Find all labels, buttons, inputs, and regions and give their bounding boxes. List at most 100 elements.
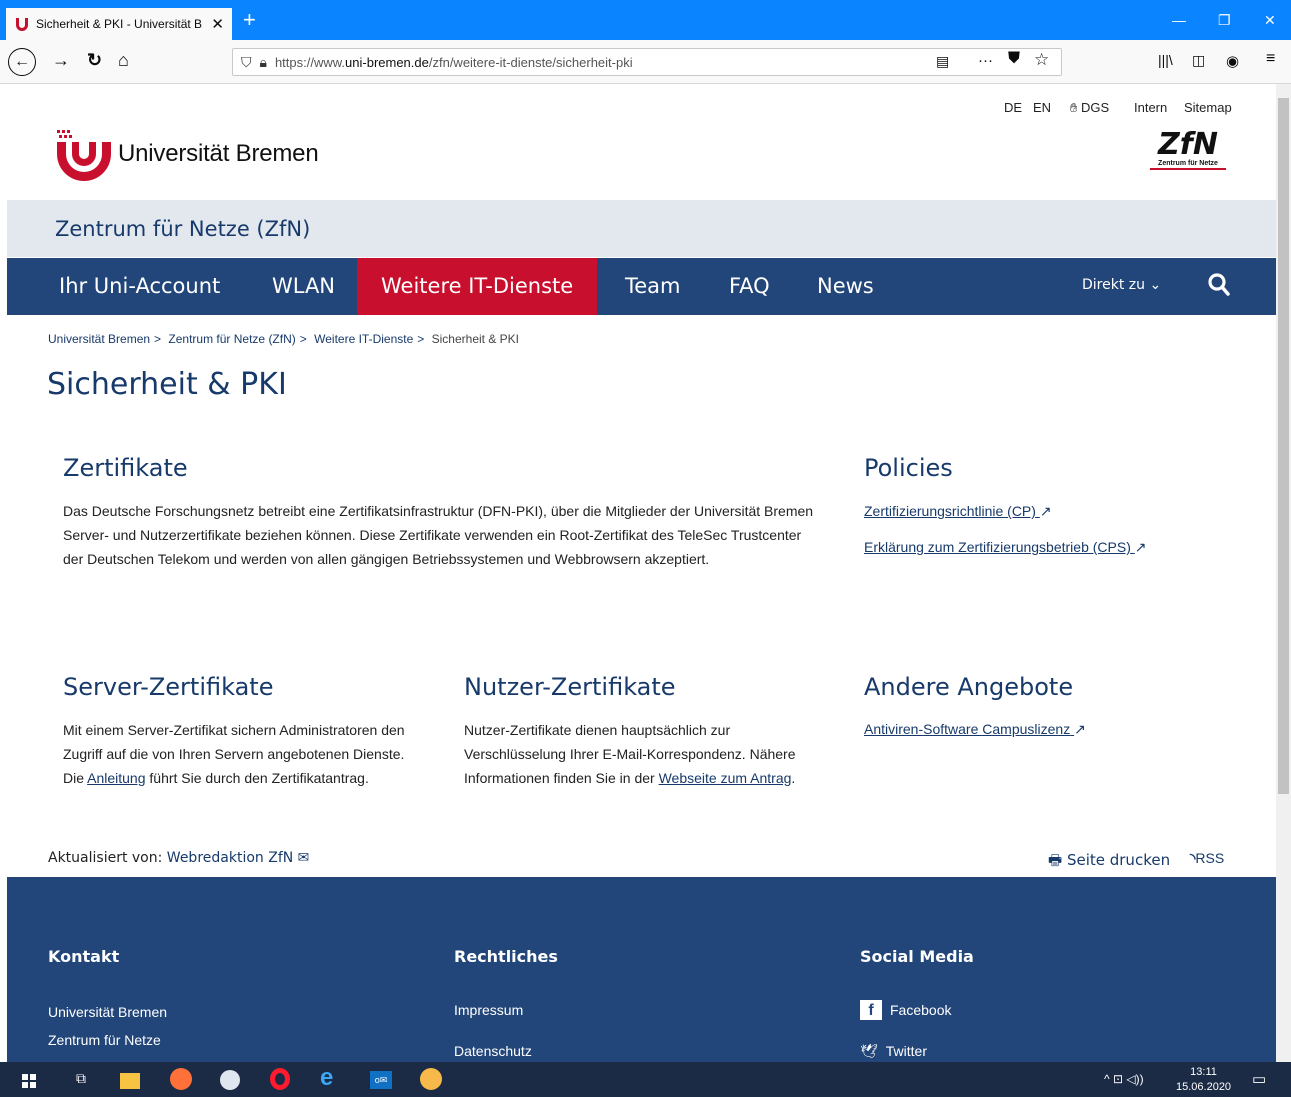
nav-item-team[interactable]: Team <box>625 258 681 315</box>
page-title: Sicherheit & PKI <box>47 367 287 402</box>
tab-close-icon[interactable]: ✕ <box>211 15 224 33</box>
zfn-logo-text: ZfN <box>1158 127 1218 162</box>
file-explorer-icon[interactable] <box>120 1073 140 1089</box>
breadcrumb-separator-icon: > <box>299 332 307 346</box>
minimize-icon[interactable]: — <box>1172 12 1186 28</box>
new-tab-button[interactable]: + <box>243 9 256 31</box>
forward-icon[interactable]: → <box>52 50 70 71</box>
close-window-icon[interactable]: ✕ <box>1264 12 1276 29</box>
impressum-link[interactable]: Impressum <box>454 1002 523 1018</box>
search-icon[interactable] <box>1207 272 1231 298</box>
webredaktion-link[interactable]: Webredaktion ZfN <box>167 850 293 866</box>
breadcrumb-separator-icon: > <box>154 332 162 346</box>
nav-item-wlan[interactable]: WLAN <box>272 258 335 315</box>
lang-en-link[interactable]: EN <box>1033 100 1051 115</box>
breadcrumb-separator-icon: > <box>417 332 425 346</box>
opera-icon[interactable] <box>270 1068 290 1090</box>
server-zertifikate-text: Mit einem Server-Zertifikat sichern Admi… <box>63 722 405 786</box>
zertifikate-text: Das Deutsche Forschungsnetz betreibt ein… <box>63 503 814 567</box>
rss-link[interactable]: ◝RSS <box>1190 850 1224 867</box>
app-icon[interactable] <box>420 1068 442 1090</box>
tray-icons[interactable]: ^ ⊡ ◁)) <box>1104 1072 1144 1086</box>
account-icon[interactable]: ◉ <box>1226 52 1239 70</box>
uni-bremen-favicon-icon <box>16 18 28 31</box>
library-icon[interactable]: |||\ <box>1158 52 1173 68</box>
footer-rechtliches-heading: Rechtliches <box>454 947 558 966</box>
envelope-icon[interactable]: ✉ <box>298 850 310 866</box>
firefox-icon[interactable] <box>170 1068 192 1090</box>
home-icon[interactable]: ⌂ <box>118 50 129 71</box>
menu-icon[interactable]: ≡ <box>1266 50 1275 68</box>
lock-icon[interactable]: 🔒︎ <box>260 54 267 71</box>
footer-kontakt-heading: Kontakt <box>48 947 120 966</box>
browser-tab[interactable]: Sicherheit & PKI - Universität B ✕ <box>6 8 232 40</box>
twitter-icon: 🕊︎ <box>860 1043 878 1059</box>
browser-toolbar: ← → ↻ ⌂ ⛉ 🔒︎ https://www.uni-bremen.de/z… <box>0 40 1291 84</box>
andere-angebote-heading: Andere Angebote <box>864 673 1074 701</box>
lang-de-link[interactable]: DE <box>1004 100 1022 115</box>
twitter-link[interactable]: 🕊︎ Twitter <box>860 1043 927 1060</box>
dgs-link[interactable]: ✋︎ DGS <box>1070 100 1109 116</box>
datenschutz-link[interactable]: Datenschutz <box>454 1043 532 1059</box>
restore-icon[interactable]: ❐ <box>1218 12 1231 29</box>
edge-icon[interactable]: e <box>320 1064 333 1092</box>
sign-language-icon: ✋︎ <box>1070 100 1078 115</box>
external-link-icon: ↗ <box>1074 721 1086 737</box>
clock[interactable]: 13:11 15.06.2020 <box>1176 1065 1231 1095</box>
nav-item-uni-account[interactable]: Ihr Uni-Account <box>59 258 220 315</box>
uni-bremen-logo-icon[interactable] <box>54 128 114 182</box>
intern-link[interactable]: Intern <box>1134 100 1167 115</box>
external-link-icon: ↗ <box>1039 503 1052 519</box>
reload-icon[interactable]: ↻ <box>87 50 102 71</box>
institute-name[interactable]: Zentrum für Netze (ZfN) <box>55 217 310 241</box>
bookmark-star-icon[interactable]: ☆ <box>1034 50 1049 70</box>
antiviren-link[interactable]: Antiviren-Software Campuslizenz ↗ <box>864 721 1086 738</box>
outlook-icon[interactable]: o✉ <box>370 1071 392 1089</box>
university-name[interactable]: Universität Bremen <box>118 140 319 168</box>
main-navigation: Ihr Uni-Account WLAN Weitere IT-Dienste … <box>7 258 1276 315</box>
policy-cp-link[interactable]: Zertifizierungsrichtlinie (CP) ↗ <box>864 503 1052 520</box>
external-link-icon: ↗ <box>1134 539 1147 555</box>
policy-cps-link[interactable]: Erklärung zum Zertifizierungsbetrieb (CP… <box>864 539 1147 556</box>
thunderbird-icon[interactable] <box>220 1070 240 1090</box>
tab-title: Sicherheit & PKI - Universität B <box>36 17 203 31</box>
zfn-logo[interactable]: ZfN Zentrum für Netze <box>1146 130 1230 170</box>
nav-item-faq[interactable]: FAQ <box>729 258 770 315</box>
facebook-link[interactable]: f Facebook <box>860 1000 951 1020</box>
sitemap-link[interactable]: Sitemap <box>1184 100 1232 115</box>
webseite-antrag-link[interactable]: Webseite zum Antrag <box>659 770 792 786</box>
nutzer-zertifikate-heading: Nutzer-Zertifikate <box>464 673 676 701</box>
task-view-icon[interactable]: ⧉ <box>76 1070 86 1087</box>
tracking-shield-icon[interactable]: ⛉ <box>241 54 252 71</box>
print-page-link[interactable]: 🖶︎ Seite drucken <box>1048 850 1170 875</box>
browser-tab-bar: Sicherheit & PKI - Universität B ✕ + — ❐… <box>0 0 1291 40</box>
notifications-icon[interactable]: ▭ <box>1252 1070 1266 1088</box>
sidebar-icon[interactable]: ◫ <box>1192 52 1205 69</box>
facebook-icon: f <box>860 1000 882 1020</box>
breadcrumb: Universität Bremen > Zentrum für Netze (Z… <box>48 332 523 346</box>
windows-taskbar: ⧉ e o✉ ^ ⊡ ◁)) 13:11 15.06.2020 ▭ <box>0 1062 1291 1097</box>
page-actions-icon[interactable]: ··· <box>978 52 993 69</box>
anleitung-link[interactable]: Anleitung <box>87 770 145 786</box>
breadcrumb-item-zfn[interactable]: Zentrum für Netze (ZfN) <box>168 332 295 346</box>
url-text: https://www.uni-bremen.de/zfn/weitere-it… <box>274 54 633 70</box>
reader-view-icon[interactable]: ▤ <box>936 53 949 70</box>
nutzer-zertifikate-text: Nutzer-Zertifikate dienen hauptsächlich … <box>464 722 796 786</box>
breadcrumb-item-dienste[interactable]: Weitere IT-Dienste <box>314 332 413 346</box>
updated-by: Aktualisiert von: Webredaktion ZfN ✉ <box>48 850 310 866</box>
nav-item-news[interactable]: News <box>817 258 874 315</box>
breadcrumb-item-uni[interactable]: Universität Bremen <box>48 332 150 346</box>
zfn-logo-subtitle: Zentrum für Netze <box>1158 160 1218 167</box>
printer-icon: 🖶︎ <box>1048 851 1063 869</box>
pocket-icon[interactable]: ⛊ <box>1008 50 1020 68</box>
direkt-zu-dropdown[interactable]: Direkt zu ⌄ <box>1082 277 1161 293</box>
windows-start-icon[interactable] <box>22 1074 36 1088</box>
zertifikate-heading: Zertifikate <box>63 454 188 482</box>
clock-time: 13:11 <box>1190 1066 1217 1078</box>
footer-social-heading: Social Media <box>860 947 974 966</box>
back-button-icon[interactable]: ← <box>8 48 36 76</box>
scrollbar-thumb[interactable] <box>1278 98 1289 794</box>
breadcrumb-item-current: Sicherheit & PKI <box>431 332 520 346</box>
nav-item-weitere-it-dienste[interactable]: Weitere IT-Dienste <box>357 258 598 315</box>
chevron-down-icon: ⌄ <box>1149 277 1162 293</box>
